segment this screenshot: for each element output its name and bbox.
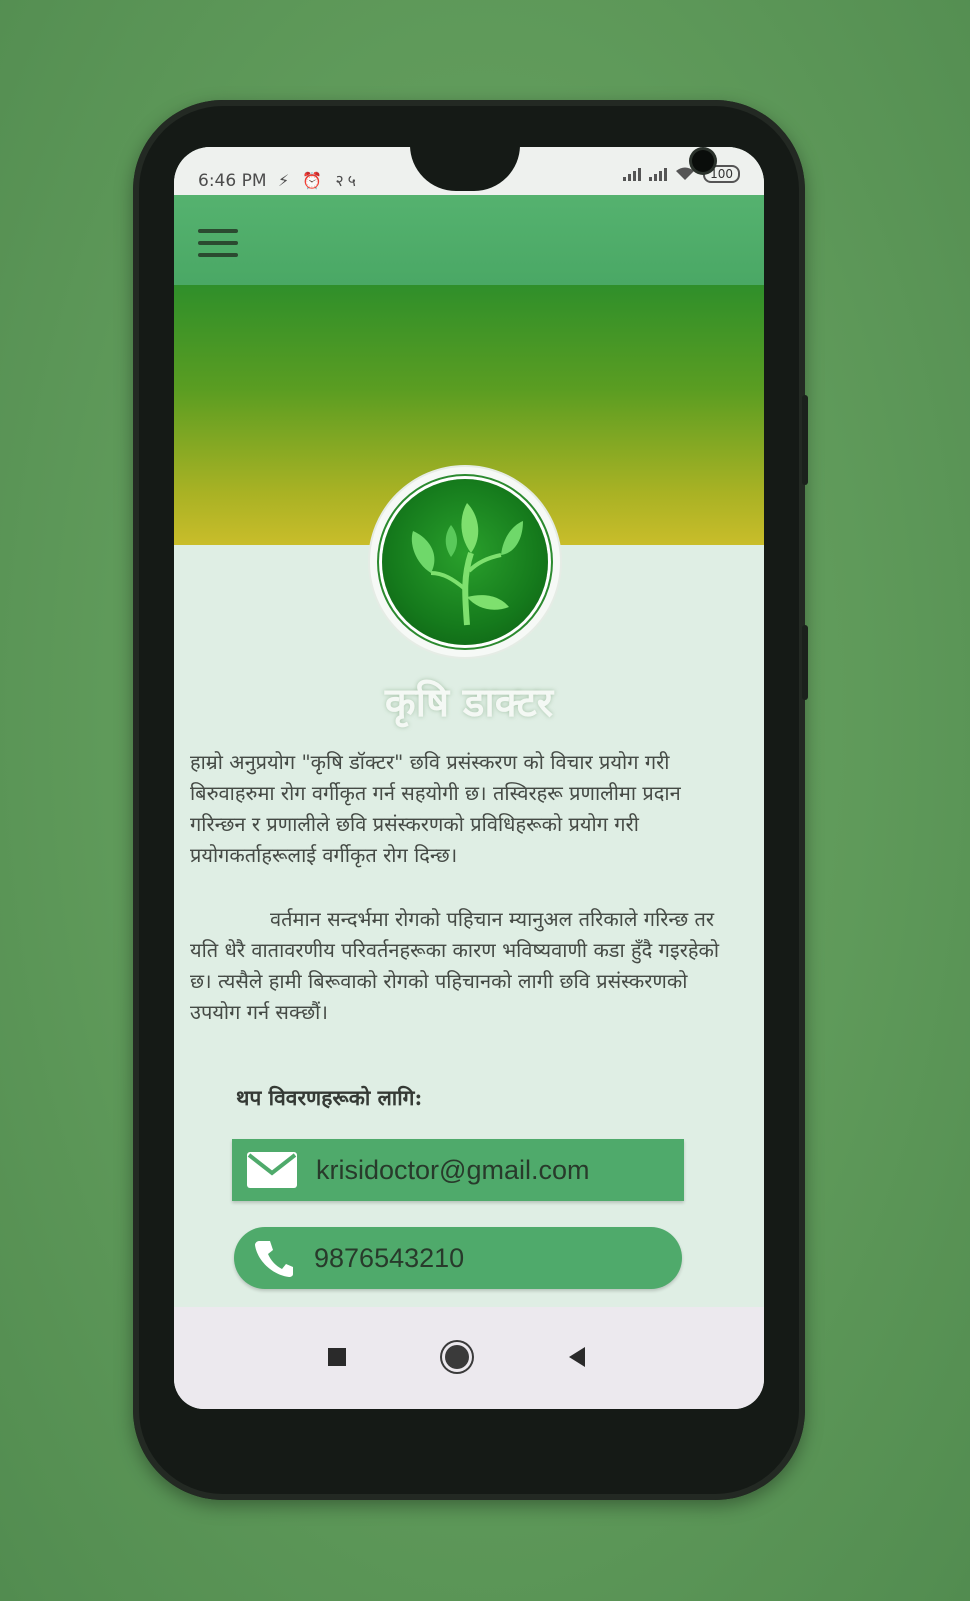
app-logo: [370, 467, 560, 657]
app-title: कृषि डाक्टर: [384, 680, 554, 726]
power-button: [802, 625, 808, 700]
app-bar: [174, 195, 764, 285]
email-button[interactable]: krisidoctor@gmail.com: [232, 1139, 684, 1201]
phone-button[interactable]: 9876543210: [234, 1227, 682, 1289]
signal-icon: [623, 167, 642, 181]
phone-label: 9876543210: [314, 1242, 465, 1273]
status-right-group: 100: [623, 165, 740, 183]
front-camera: [692, 150, 714, 172]
status-indicators: ⚡ ⏰ २५: [278, 171, 360, 190]
menu-icon[interactable]: [198, 229, 238, 259]
email-label: krisidoctor@gmail.com: [316, 1154, 590, 1185]
more-details-heading: थप विवरणहरूको लागि:: [236, 1085, 423, 1110]
status-time: 6:46 PM: [198, 171, 267, 191]
back-icon[interactable]: [557, 1337, 597, 1377]
leaf-logo-icon: [382, 479, 548, 645]
phone-icon: [234, 1238, 314, 1278]
context-paragraph: वर्तमान सन्दर्भमा रोगको पहिचान म्यानुअल …: [190, 907, 720, 1024]
phone-screen: 6:46 PM ⚡ ⏰ २५ 100 कृषि डाक्टर हाम्रो अन…: [174, 147, 764, 1409]
wifi-icon: [676, 167, 695, 180]
about-paragraph: हाम्रो अनुप्रयोग "कृषि डॉक्टर" छवि प्रसं…: [190, 750, 681, 867]
volume-button: [802, 395, 808, 485]
signal-icon: [649, 167, 668, 181]
recents-icon[interactable]: [317, 1337, 357, 1377]
system-nav-bar: [174, 1307, 764, 1409]
email-icon: [232, 1151, 312, 1189]
home-icon[interactable]: [437, 1337, 477, 1377]
